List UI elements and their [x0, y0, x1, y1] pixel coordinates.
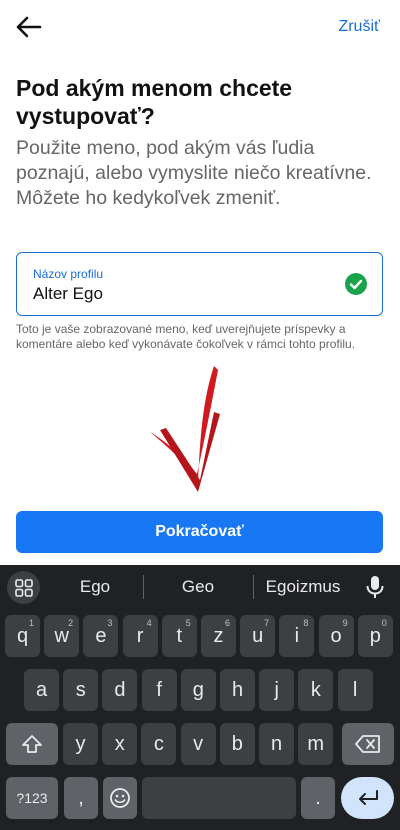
key-label: q	[16, 624, 29, 647]
key-hint: 9	[342, 618, 348, 628]
comma-key[interactable]: ,	[64, 777, 98, 819]
key-y[interactable]: y	[63, 723, 98, 765]
helper-text: Toto je vaše zobrazované meno, keď uvere…	[16, 322, 356, 351]
red-arrow-annotation	[150, 366, 220, 492]
profile-name-input[interactable]: Alter Ego	[33, 284, 103, 304]
key-label: g	[192, 678, 204, 701]
key-label: c	[153, 732, 164, 755]
screen: Zrušiť Pod akým menom chcete vystupovať?…	[0, 0, 400, 830]
key-label: x	[114, 732, 125, 755]
key-t[interactable]: t5	[161, 615, 197, 657]
key-label: e	[95, 624, 107, 647]
key-label: d	[114, 678, 126, 701]
key-hint: 8	[303, 618, 309, 628]
key-a[interactable]: a	[24, 669, 59, 711]
enter-key[interactable]	[341, 777, 394, 819]
key-label: p	[369, 624, 381, 647]
grid-icon	[14, 578, 33, 597]
key-d[interactable]: d	[102, 669, 138, 711]
enter-icon	[358, 790, 378, 805]
key-s[interactable]: s	[63, 669, 99, 711]
key-n[interactable]: n	[259, 723, 294, 765]
key-label: a	[35, 678, 48, 701]
key-label: y	[75, 732, 86, 755]
key-hint: 4	[146, 618, 152, 628]
key-label: f	[156, 678, 162, 701]
key-x[interactable]: x	[102, 723, 138, 765]
key-label: m	[307, 732, 325, 755]
key-label: v	[193, 732, 204, 755]
keyboard-menu-button[interactable]	[7, 571, 40, 604]
shift-icon	[22, 735, 42, 753]
suggestion-3[interactable]: Egoizmus	[258, 577, 348, 597]
key-b[interactable]: b	[219, 723, 255, 765]
space-key[interactable]	[142, 777, 296, 819]
key-hint: 5	[185, 618, 191, 628]
key-hint: 3	[107, 618, 113, 628]
key-label: j	[274, 678, 279, 701]
key-hint: 0	[381, 618, 387, 628]
period-key[interactable]: .	[301, 777, 335, 819]
key-h[interactable]: h	[220, 669, 255, 711]
suggestion-2[interactable]: Geo	[152, 577, 244, 597]
key-c[interactable]: c	[141, 723, 177, 765]
key-p[interactable]: p0	[357, 615, 393, 657]
top-bar: Zrušiť	[0, 0, 400, 56]
emoji-icon	[110, 788, 130, 808]
key-label: b	[231, 732, 243, 755]
cancel-link[interactable]: Zrušiť	[338, 18, 380, 36]
key-k[interactable]: k	[298, 669, 334, 711]
key-label: k	[310, 678, 321, 701]
suggestion-bar: Ego Geo Egoizmus	[0, 565, 400, 609]
microphone-icon[interactable]	[364, 575, 386, 599]
continue-button[interactable]: Pokračovať	[16, 511, 383, 553]
key-label: s	[75, 678, 86, 701]
key-i[interactable]: i8	[279, 615, 315, 657]
emoji-key[interactable]	[103, 777, 137, 819]
key-m[interactable]: m	[298, 723, 334, 765]
key-label: t	[176, 624, 183, 647]
key-label: w	[54, 624, 69, 647]
key-label: z	[213, 624, 224, 647]
suggestion-divider	[253, 575, 254, 599]
page-title: Pod akým menom chcete vystupovať?	[16, 75, 293, 129]
back-button[interactable]	[12, 10, 46, 44]
key-hint: 7	[264, 618, 270, 628]
key-f[interactable]: f	[141, 669, 177, 711]
key-j[interactable]: j	[259, 669, 295, 711]
backspace-icon	[355, 735, 380, 753]
key-v[interactable]: v	[180, 723, 216, 765]
key-hint: 1	[28, 618, 34, 628]
key-label: i	[294, 624, 300, 647]
key-label: n	[270, 732, 283, 755]
key-hint: 2	[68, 618, 74, 628]
key-label: h	[231, 678, 244, 701]
symbols-key[interactable]: ?123	[6, 777, 58, 819]
key-u[interactable]: u7	[240, 615, 276, 657]
suggestion-divider	[143, 575, 144, 599]
profile-name-field[interactable]: Názov profilu Alter Ego	[16, 252, 383, 316]
key-q[interactable]: q1	[5, 615, 40, 657]
back-arrow-icon	[16, 16, 42, 38]
key-l[interactable]: l	[337, 669, 373, 711]
key-w[interactable]: w2	[44, 615, 80, 657]
suggestion-1[interactable]: Ego	[55, 577, 135, 597]
key-e[interactable]: e3	[83, 615, 119, 657]
key-z[interactable]: z6	[201, 615, 236, 657]
backspace-key[interactable]	[342, 723, 394, 765]
keyboard: Ego Geo Egoizmus q1w2e3r4t5z6u7i8o9p0 as…	[0, 565, 400, 830]
shift-key[interactable]	[6, 723, 58, 765]
key-r[interactable]: r4	[122, 615, 158, 657]
key-o[interactable]: o9	[318, 615, 354, 657]
key-label: l	[352, 678, 358, 701]
check-circle-icon	[345, 273, 367, 295]
key-hint: 6	[224, 618, 230, 628]
page-subtitle: Použite meno, pod akým vás ľudia poznajú…	[16, 137, 372, 209]
key-g[interactable]: g	[180, 669, 216, 711]
key-label: r	[136, 624, 144, 647]
key-label: u	[252, 624, 264, 647]
key-label: o	[330, 624, 342, 647]
profile-name-label: Názov profilu	[33, 267, 104, 281]
